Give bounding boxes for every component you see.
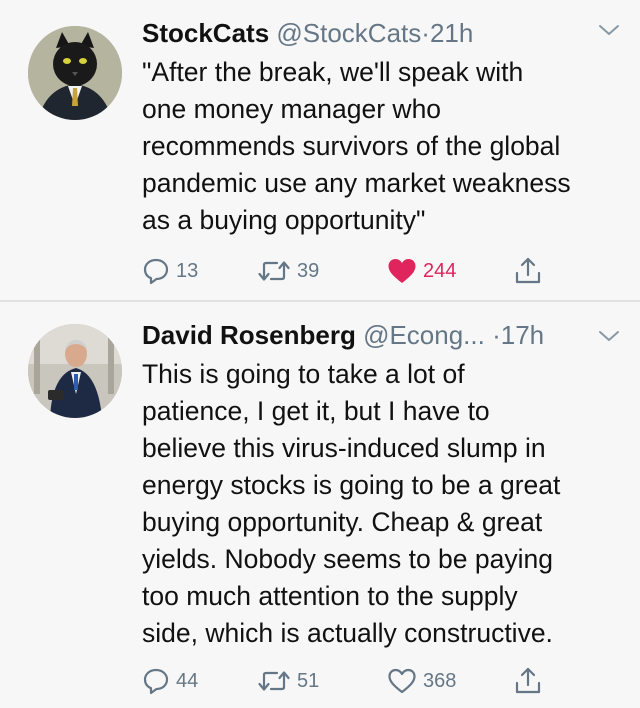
reply-icon	[143, 668, 169, 695]
man-in-suit-icon	[28, 324, 122, 418]
tweet-text: This is going to take a lot of patience,…	[142, 356, 620, 652]
share-icon	[515, 667, 541, 694]
tweet-text-line: yields. Nobody seems to be paying	[142, 544, 553, 574]
avatar[interactable]	[28, 324, 122, 418]
reply-count: 44	[176, 669, 199, 692]
timestamp[interactable]: 17h	[501, 320, 544, 350]
like-count: 368	[423, 669, 457, 692]
tweet-header: David Rosenberg @Econg... ·17h	[142, 320, 620, 351]
user-handle[interactable]: @Econg...	[363, 320, 485, 350]
share-button[interactable]	[514, 664, 542, 698]
tweet-text-line: side, which is actually constructive.	[142, 618, 553, 648]
retweet-icon	[258, 671, 290, 691]
tweet-text-line: patience, I get it, but I have to	[142, 396, 490, 426]
tweet-2[interactable]: David Rosenberg @Econg... ·17h This is g…	[0, 0, 640, 708]
tweet-text-line: This is going to take a lot of	[142, 359, 465, 389]
tweet-text-line: energy stocks is going to be a great	[142, 470, 561, 500]
retweet-button[interactable]: 51	[257, 664, 319, 698]
chevron-down-icon[interactable]	[596, 326, 622, 346]
retweet-count: 51	[297, 669, 320, 692]
heart-outline-icon	[388, 668, 416, 694]
tweet-text-line: believe this virus-induced slump in	[142, 433, 546, 463]
like-button[interactable]: 368	[387, 664, 456, 698]
separator-dot: ·	[492, 320, 501, 350]
tweet-text-line: too much attention to the supply	[142, 581, 518, 611]
tweet-actions: 44 51 368	[140, 664, 560, 698]
tweet-text-line: buying opportunity. Cheap & great	[142, 507, 543, 537]
reply-button[interactable]: 44	[142, 664, 198, 698]
display-name[interactable]: David Rosenberg	[142, 320, 356, 350]
